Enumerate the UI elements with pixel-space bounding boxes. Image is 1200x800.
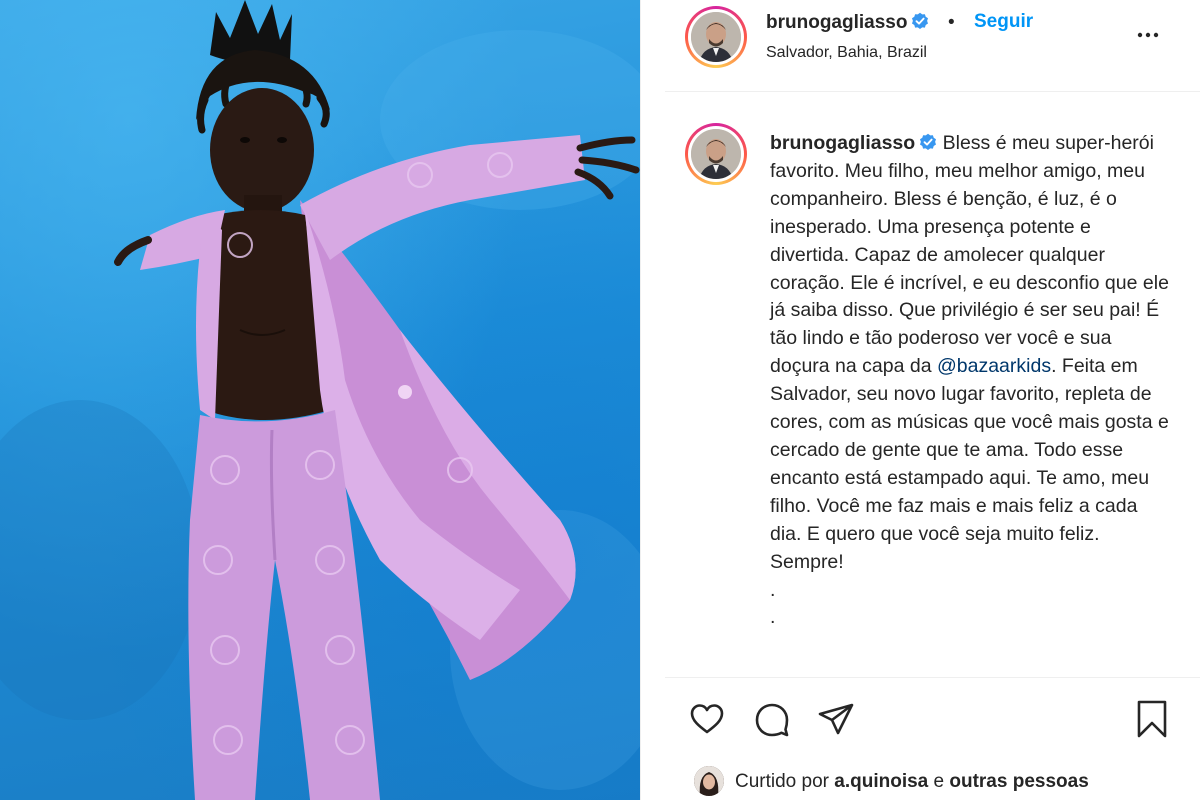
caption-username[interactable]: brunogagliasso xyxy=(770,132,937,154)
caption-username-text[interactable]: brunogagliasso xyxy=(770,132,915,154)
header-separator: • xyxy=(948,12,955,33)
likes-middle: e xyxy=(928,771,950,792)
follow-button[interactable]: Seguir xyxy=(974,11,1033,33)
panel-gutter xyxy=(641,0,665,800)
paper-plane-icon[interactable] xyxy=(816,699,856,739)
verified-badge-icon xyxy=(912,12,929,30)
liker-avatar[interactable] xyxy=(694,766,724,796)
likes-others-link[interactable]: outras pessoas xyxy=(949,771,1088,792)
header-avatar[interactable] xyxy=(685,6,747,68)
post-side-panel: brunogagliasso • Seguir Salvador, Bahia,… xyxy=(665,0,1200,800)
likes-summary: Curtido por a.quinoisa e outras pessoas xyxy=(665,762,1200,800)
post-actions-bar xyxy=(665,677,1200,762)
caption-text-part2: . Feita em Salvador, seu novo lugar favo… xyxy=(770,355,1169,629)
caption-mention-link[interactable]: @bazaarkids xyxy=(937,355,1051,377)
caption-text-part1: Bless é meu super-herói favorito. Meu fi… xyxy=(770,132,1175,378)
liker-photo-icon xyxy=(694,766,724,796)
caption-area: brunogagliasso Bless é meu super-herói f… xyxy=(665,92,1200,677)
bookmark-icon[interactable] xyxy=(1132,699,1172,739)
more-options-icon[interactable] xyxy=(1135,27,1161,43)
verified-badge-icon xyxy=(920,133,937,150)
post-location[interactable]: Salvador, Bahia, Brazil xyxy=(766,44,927,62)
photo-illustration xyxy=(0,0,640,800)
username-text[interactable]: brunogagliasso xyxy=(766,12,907,33)
caption-avatar[interactable] xyxy=(685,123,747,185)
post-caption: brunogagliasso Bless é meu super-herói f… xyxy=(770,130,1170,632)
liker-username[interactable]: a.quinoisa xyxy=(834,771,928,792)
post-photo[interactable] xyxy=(0,0,640,800)
comment-bubble-icon[interactable] xyxy=(752,699,792,739)
likes-prefix: Curtido por xyxy=(735,771,835,792)
profile-photo-icon xyxy=(691,129,741,179)
post-header: brunogagliasso • Seguir Salvador, Bahia,… xyxy=(665,0,1200,92)
header-username[interactable]: brunogagliasso xyxy=(766,12,929,34)
profile-photo-icon xyxy=(691,12,741,62)
heart-icon[interactable] xyxy=(687,699,727,739)
likes-text: Curtido por a.quinoisa e outras pessoas xyxy=(735,771,1089,793)
